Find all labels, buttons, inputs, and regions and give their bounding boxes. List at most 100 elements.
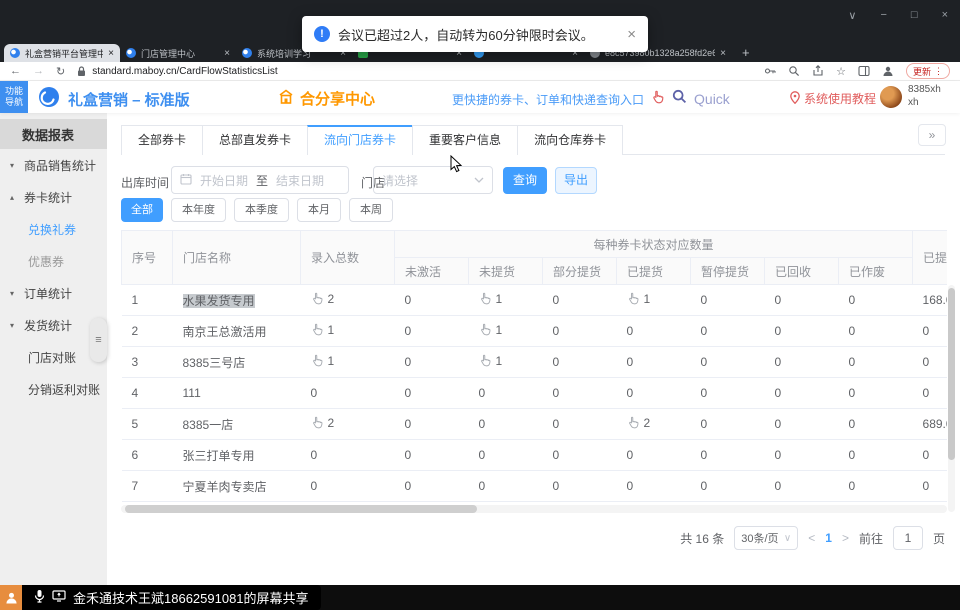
pointing-hand-icon: [651, 90, 665, 109]
date-range-picker[interactable]: 开始日期 至 结束日期: [171, 166, 349, 194]
horizontal-scrollbar-thumb[interactable]: [125, 505, 477, 513]
end-date-input[interactable]: 结束日期: [276, 172, 324, 189]
count-cell: 0: [395, 347, 469, 378]
tab-总部直发券卡[interactable]: 总部直发券卡: [202, 125, 307, 155]
profile-icon[interactable]: [882, 65, 894, 77]
table-row: 7宁夏羊肉专卖店000000000: [122, 471, 948, 502]
expand-arrow-icon: ▴: [10, 193, 20, 202]
forward-icon[interactable]: →: [33, 65, 44, 77]
user-menu[interactable]: 8385xh xh: [880, 84, 941, 109]
vertical-scrollbar-thumb[interactable]: [948, 288, 955, 460]
side-panel-icon[interactable]: [858, 65, 870, 77]
tab-close-icon[interactable]: ×: [224, 48, 230, 59]
card-count-link[interactable]: 2: [311, 292, 335, 306]
amount-cell: 0: [913, 347, 947, 378]
tab-close-icon[interactable]: ×: [108, 48, 114, 59]
quick-range-本月[interactable]: 本月: [297, 198, 341, 222]
tab-search-icon[interactable]: ∨: [848, 9, 856, 22]
card-count-link[interactable]: 1: [479, 292, 503, 306]
amount-cell: 168.0: [913, 285, 947, 316]
quick-range-本周[interactable]: 本周: [349, 198, 393, 222]
window-close-icon[interactable]: ×: [942, 9, 948, 22]
tab-重要客户信息[interactable]: 重要客户信息: [412, 125, 517, 155]
share-icon[interactable]: [812, 65, 824, 77]
sidebar-collapse-handle[interactable]: ≡: [90, 318, 107, 362]
card-count-link[interactable]: 1: [311, 354, 335, 368]
next-page-button[interactable]: >: [842, 531, 849, 545]
horizontal-scrollbar[interactable]: [121, 505, 947, 513]
tab-close-icon[interactable]: ×: [720, 48, 726, 59]
column-header-col-total: 录入总数: [301, 231, 395, 285]
start-date-input[interactable]: 开始日期: [200, 172, 248, 189]
card-count-link[interactable]: 1: [479, 354, 503, 368]
zoom-icon[interactable]: [788, 65, 800, 77]
quick-range-全部[interactable]: 全部: [121, 198, 163, 222]
update-label: 更新: [913, 65, 931, 78]
column-header-col-no: 序号: [122, 231, 173, 285]
browser-tab[interactable]: 礼盒营销平台管理中心×: [4, 44, 120, 62]
address-bar[interactable]: standard.maboy.cn/CardFlowStatisticsList: [77, 66, 752, 77]
function-nav-toggle[interactable]: 功能 导航: [0, 81, 28, 113]
sidebar-item-分销返利对账[interactable]: 分销返利对账: [0, 373, 107, 405]
count-cell: 0: [617, 440, 691, 471]
site-favicon-icon: [10, 48, 20, 58]
tab-全部券卡[interactable]: 全部券卡: [121, 125, 202, 155]
export-button[interactable]: 导出: [555, 167, 597, 194]
sidebar-item-券卡统计[interactable]: ▴券卡统计: [0, 181, 107, 213]
brand-logo-icon: [38, 86, 60, 113]
sharer-avatar-icon[interactable]: [0, 585, 22, 610]
vertical-scrollbar[interactable]: [948, 285, 955, 512]
share-center-link[interactable]: 合分享中心: [278, 88, 375, 109]
key-icon[interactable]: [764, 65, 776, 77]
screen-share-icon[interactable]: [52, 590, 66, 605]
sidebar-item-label: 优惠券: [28, 253, 64, 270]
sidebar-item-商品销售统计[interactable]: ▾商品销售统计: [0, 149, 107, 181]
amount-cell: 689.0: [913, 409, 947, 440]
count-cell: 0: [301, 440, 395, 471]
page-size-select[interactable]: 30条/页 ∨: [734, 526, 798, 550]
bookmark-star-icon[interactable]: ☆: [836, 65, 846, 78]
sidebar-item-优惠券[interactable]: 优惠券: [0, 245, 107, 277]
expand-panel-icon[interactable]: »: [918, 124, 946, 146]
brand: 礼盒营销 – 标准版: [38, 86, 190, 113]
goto-page-input[interactable]: 1: [893, 526, 923, 550]
microphone-icon[interactable]: [34, 589, 45, 606]
card-count-link[interactable]: 1: [627, 292, 651, 306]
count-cell: 0: [691, 285, 765, 316]
column-header-部分提货: 部分提货: [543, 258, 617, 285]
date-separator: 至: [256, 172, 268, 189]
card-count-link[interactable]: 2: [311, 416, 335, 430]
quick-search-area[interactable]: 更快捷的券卡、订单和快递查询入口 Quick: [452, 89, 730, 109]
query-button[interactable]: 查询: [503, 167, 547, 194]
count-cell: 0: [839, 285, 913, 316]
current-page[interactable]: 1: [825, 531, 832, 545]
reload-icon[interactable]: ↻: [56, 65, 65, 78]
prev-page-button[interactable]: <: [808, 531, 815, 545]
more-menu-icon: ⋮: [934, 66, 943, 77]
page-unit-label: 页: [933, 530, 945, 547]
card-count-link[interactable]: 2: [627, 416, 651, 430]
store-select[interactable]: 请选择: [373, 166, 493, 194]
new-tab-button[interactable]: +: [742, 45, 750, 60]
sidebar-item-兑换礼券[interactable]: 兑换礼券: [0, 213, 107, 245]
minimize-icon[interactable]: −: [880, 9, 886, 22]
count-cell: 0: [691, 316, 765, 347]
browser-tab[interactable]: 门店管理中心×: [120, 44, 236, 62]
quick-range-本季度[interactable]: 本季度: [234, 198, 289, 222]
count-cell: 0: [469, 440, 543, 471]
quick-range-本年度[interactable]: 本年度: [171, 198, 226, 222]
card-count-link[interactable]: 1: [479, 323, 503, 337]
tab-流向仓库券卡[interactable]: 流向仓库券卡: [517, 125, 623, 155]
column-group-header: 每种券卡状态对应数量: [395, 231, 913, 258]
card-count-value: 1: [496, 354, 503, 368]
maximize-icon[interactable]: □: [911, 9, 918, 22]
calendar-icon: [180, 173, 192, 188]
browser-update-button[interactable]: 更新 ⋮: [906, 63, 950, 79]
card-count-link[interactable]: 1: [311, 323, 335, 337]
tutorial-link[interactable]: 系统使用教程: [790, 90, 876, 107]
toast-close-icon[interactable]: ×: [627, 26, 636, 43]
back-icon[interactable]: ←: [10, 65, 21, 77]
sidebar-item-订单统计[interactable]: ▾订单统计: [0, 277, 107, 309]
tab-流向门店券卡[interactable]: 流向门店券卡: [307, 125, 412, 155]
count-cell: 0: [395, 285, 469, 316]
